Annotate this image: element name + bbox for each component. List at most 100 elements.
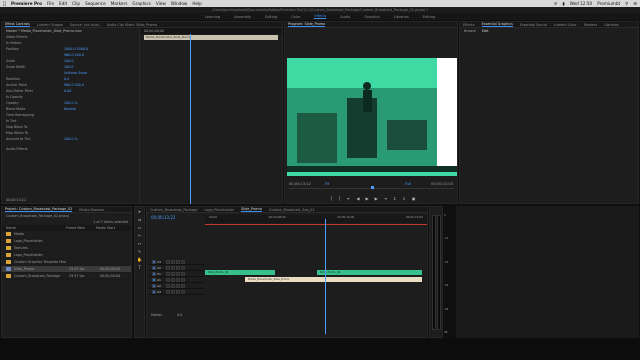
mark-in-icon[interactable]: {: [330, 196, 333, 201]
track-target-button[interactable]: [152, 265, 156, 270]
video-frame[interactable]: [287, 58, 457, 176]
effect-property-value[interactable]: 1000.0 1000.0: [64, 47, 88, 51]
workspace-color[interactable]: Color: [291, 15, 300, 19]
effect-property-value[interactable]: Normal: [64, 107, 76, 111]
tab-essential-sound[interactable]: Essential Sound: [520, 23, 547, 27]
work-area-bar[interactable]: [205, 224, 427, 225]
workspace-graphics[interactable]: Graphics: [364, 15, 379, 19]
column-media-start[interactable]: Media Start: [96, 226, 115, 230]
eye-icon[interactable]: [176, 265, 180, 270]
effect-property-value[interactable]: 100.0 %: [64, 101, 78, 105]
user-name[interactable]: Premiumbt: [597, 1, 620, 6]
workspace-audio[interactable]: Audio: [340, 15, 350, 19]
mute-icon[interactable]: [181, 283, 185, 288]
program-playhead[interactable]: [371, 186, 374, 189]
project-item[interactable]: Logo_Placeholder: [2, 252, 131, 259]
column-name[interactable]: Name: [6, 226, 66, 230]
effect-keyframe-area[interactable]: 00;00;00;00 Media_Placeholder_Slide_Prom…: [140, 28, 282, 204]
lock-icon[interactable]: [166, 259, 170, 264]
project-item[interactable]: Media: [2, 231, 131, 238]
track-select-icon[interactable]: ⇉: [137, 217, 143, 223]
menu-edit[interactable]: Edit: [59, 1, 67, 6]
tab-lumetri-color[interactable]: Lumetri Color: [554, 23, 577, 27]
master-clip-label[interactable]: Master * Media_Placeholder_Slide_Promo.m…: [6, 29, 82, 33]
tab-project[interactable]: Project: Custom_Broadcast_Package_02: [5, 207, 73, 212]
type-tool-icon[interactable]: T: [137, 265, 143, 271]
menu-sequence[interactable]: Sequence: [85, 1, 106, 6]
go-to-in-icon[interactable]: ⇤: [347, 196, 350, 201]
lock-icon[interactable]: [166, 283, 170, 288]
clip-v1-left[interactable]: Slide_Promo_05: [205, 270, 275, 275]
sync-icon[interactable]: [171, 289, 175, 294]
sync-icon[interactable]: [171, 277, 175, 282]
go-to-out-icon[interactable]: ⇥: [384, 196, 387, 201]
tab-program[interactable]: Program: Slide_Promo: [288, 22, 326, 27]
project-item[interactable]: Textures: [2, 245, 131, 252]
menu-view[interactable]: View: [156, 1, 166, 6]
tab-audio-clip-mixer[interactable]: Audio Clip Mixer: Slide_Promo: [107, 23, 157, 27]
effect-property-value[interactable]: 960.0 540.0: [64, 83, 84, 87]
eye-icon[interactable]: [176, 259, 180, 264]
ripple-edit-icon[interactable]: ⇔: [137, 225, 143, 231]
sync-icon[interactable]: [171, 265, 175, 270]
ec-clip-bar[interactable]: Media_Placeholder_Slide_Promo: [144, 35, 278, 40]
lock-icon[interactable]: [166, 277, 170, 282]
hand-tool-icon[interactable]: ✋: [137, 257, 143, 263]
fit-dropdown[interactable]: Fit: [325, 182, 329, 186]
play-icon[interactable]: ▶: [366, 196, 369, 201]
menu-clip[interactable]: Clip: [72, 1, 80, 6]
master-track-value[interactable]: 0.0: [177, 313, 182, 317]
mark-out-icon[interactable]: }: [339, 196, 342, 201]
project-item[interactable]: Custom_Broadcast_Package 29.97 fps 00;00;0…: [2, 273, 131, 280]
slip-tool-icon[interactable]: ↔: [137, 241, 143, 247]
menu-help[interactable]: Help: [192, 1, 202, 6]
tab-effect-controls[interactable]: Effect Controls: [5, 22, 30, 27]
effect-row[interactable]: Amount to Tint 100.0 %: [2, 136, 139, 142]
clock[interactable]: Wed 12:50: [570, 1, 593, 6]
mute-icon[interactable]: [181, 289, 185, 294]
workspace-libraries[interactable]: Libraries: [394, 15, 409, 19]
menu-file[interactable]: File: [47, 1, 54, 6]
effect-property-value[interactable]: 0.0: [64, 77, 69, 81]
wifi-icon[interactable]: ≋: [554, 1, 558, 6]
extract-icon[interactable]: ↧: [402, 196, 405, 201]
app-name[interactable]: Premiere Pro: [11, 1, 42, 6]
mute-icon[interactable]: [181, 277, 185, 282]
effect-property-value[interactable]: 960.0 540.0: [64, 53, 84, 57]
tab-essential-graphics[interactable]: Essential Graphics: [481, 22, 513, 27]
ec-playhead[interactable]: [190, 34, 191, 204]
workspace-editing[interactable]: Editing: [265, 15, 277, 19]
track-target-button[interactable]: [152, 283, 156, 288]
razor-tool-icon[interactable]: ✂: [137, 233, 143, 239]
camera-icon[interactable]: ▣: [412, 196, 416, 201]
apple-icon[interactable]: : [3, 1, 6, 7]
subtab-browse[interactable]: Browse: [464, 29, 476, 33]
sync-icon[interactable]: [171, 271, 175, 276]
track-target-button[interactable]: [152, 259, 156, 264]
workspace-assembly[interactable]: Assembly: [234, 15, 251, 19]
track-target-button[interactable]: [152, 277, 156, 282]
project-item[interactable]: Slide_Promo 29.97 fps 00;00;00;00: [2, 266, 131, 273]
effect-property-value[interactable]: 100.0 %: [64, 137, 78, 141]
track-header[interactable]: A3: [149, 289, 204, 295]
battery-icon[interactable]: ▮: [562, 1, 564, 6]
effect-property-value[interactable]: 100.0: [64, 59, 73, 63]
eye-icon[interactable]: [176, 277, 180, 282]
workspace-editing-2[interactable]: Editing: [423, 15, 435, 19]
tab-seq-custom-broadcast[interactable]: Custom_Broadcast_Package: [150, 208, 197, 212]
tab-seq-logo-placeholder[interactable]: Logo_Placeholder: [204, 208, 234, 212]
column-frame-rate[interactable]: Frame Rate: [66, 226, 96, 230]
project-item[interactable]: Logo_Placeholder: [2, 238, 131, 245]
tab-seq-slide-promo[interactable]: Slide_Promo: [241, 207, 262, 212]
mute-icon[interactable]: [181, 259, 185, 264]
tab-markers[interactable]: Markers: [584, 23, 598, 27]
tab-source[interactable]: Source: (no clips): [70, 23, 99, 27]
eye-icon[interactable]: [176, 271, 180, 276]
menu-markers[interactable]: Markers: [111, 1, 128, 6]
search-icon[interactable]: ⚲: [625, 1, 628, 6]
selection-tool-icon[interactable]: ➤: [137, 209, 143, 215]
ec-footer-timecode[interactable]: 00;00;13;22: [6, 198, 26, 202]
subtab-edit[interactable]: Edit: [482, 29, 488, 33]
clip-v1-right[interactable]: Slide_Promo_06: [317, 270, 422, 275]
lift-icon[interactable]: ↥: [393, 196, 396, 201]
